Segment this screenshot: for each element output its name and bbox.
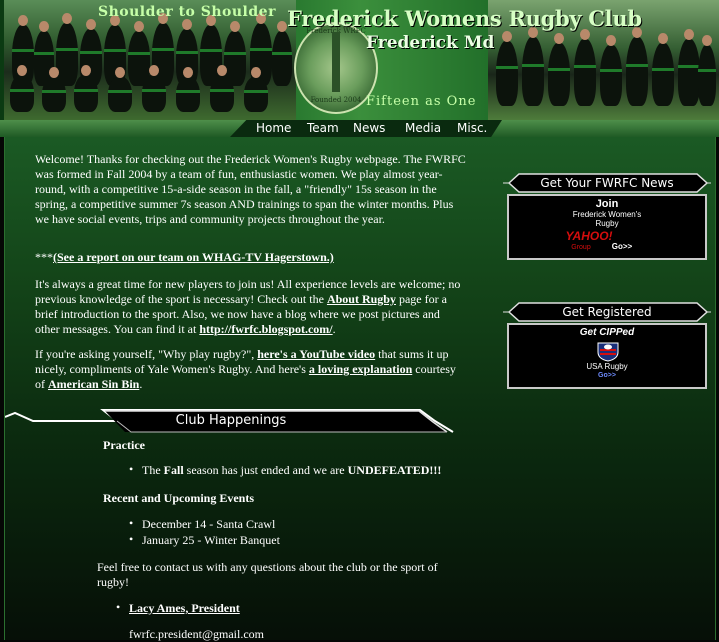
news-go-link[interactable]: Go>> xyxy=(539,242,705,251)
usa-rugby-label: USA Rugby xyxy=(586,362,628,371)
news-box-header: Get Your FWRFC News xyxy=(503,172,711,194)
registration-box: Get Registered Get CIPPed USA Rugby Go>> xyxy=(503,301,711,389)
news-report-paragraph: ***(See a report on our team on WHAG-TV … xyxy=(35,250,334,264)
nav-team[interactable]: Team xyxy=(307,121,339,135)
join-paragraph: It's always a great time for new players… xyxy=(35,277,461,336)
seal-year: Founded 2004 xyxy=(310,96,362,104)
event-item: December 14 - Santa Crawl xyxy=(129,516,275,532)
register-box-header: Get Registered xyxy=(503,301,711,323)
practice-item: The Fall season has just ended and we ar… xyxy=(129,462,441,478)
main-content: Welcome! Thanks for checking out the Fre… xyxy=(4,137,716,641)
why-rugby-paragraph: If you're asking yourself, "Why play rug… xyxy=(35,347,456,391)
nav-media[interactable]: Media xyxy=(405,121,441,135)
nav-bar: Home Team News Media Misc. xyxy=(0,120,719,137)
event-item: January 25 - Winter Banquet xyxy=(129,532,280,548)
news-signup-box: Get Your FWRFC News Join Frederick Women… xyxy=(503,172,711,260)
president-link[interactable]: Lacy Ames, President xyxy=(129,601,240,615)
yahoo-logo: YAHOO! xyxy=(565,229,613,243)
nav-home[interactable]: Home xyxy=(256,121,291,135)
about-rugby-link[interactable]: About Rugby xyxy=(327,292,396,306)
whag-report-link[interactable]: (See a report on our team on WHAG-TV Hag… xyxy=(53,250,334,264)
header-slogan: Shoulder to Shoulder xyxy=(98,4,276,20)
news-box-title: Get Your FWRFC News xyxy=(540,176,674,190)
president-item: Lacy Ames, President xyxy=(116,600,240,616)
group-name: Frederick Women's Rugby xyxy=(572,210,642,228)
intro-paragraph: Welcome! Thanks for checking out the Fre… xyxy=(35,152,466,226)
loving-explanation-link[interactable]: a loving explanation xyxy=(309,362,412,376)
cipp-label: Get CIPPed xyxy=(579,327,635,338)
american-sin-bin-link[interactable]: American Sin Bin xyxy=(48,377,139,391)
usa-rugby-logo-icon xyxy=(597,342,619,362)
happenings-banner: Club Happenings xyxy=(5,408,457,434)
nav-misc[interactable]: Misc. xyxy=(457,121,487,135)
site-header: Frederick WRFC Founded 2004 Shoulder to … xyxy=(0,0,719,120)
club-city: Frederick Md xyxy=(366,33,495,53)
club-title: Frederick Womens Rugby Club xyxy=(287,6,642,31)
yahoo-group-join[interactable]: Join Frederick Women's Rugby YAHOO! Grou… xyxy=(507,194,707,260)
nav-news[interactable]: News xyxy=(353,121,385,135)
join-label: Join xyxy=(595,198,619,210)
contact-text: Feel free to contact us with any questio… xyxy=(97,560,438,589)
blog-link[interactable]: http://fwrfc.blogspot.com/ xyxy=(199,322,332,336)
happenings-title: Club Happenings xyxy=(175,413,287,428)
cipp-register-link[interactable]: Get CIPPed USA Rugby Go>> xyxy=(507,323,707,389)
club-motto: Fifteen as One xyxy=(366,94,477,109)
events-heading: Recent and Upcoming Events xyxy=(103,491,255,505)
register-go-link[interactable]: Go>> xyxy=(509,372,705,379)
register-box-title: Get Registered xyxy=(562,305,652,319)
practice-heading: Practice xyxy=(103,438,145,452)
youtube-video-link[interactable]: here's a YouTube video xyxy=(257,347,375,361)
